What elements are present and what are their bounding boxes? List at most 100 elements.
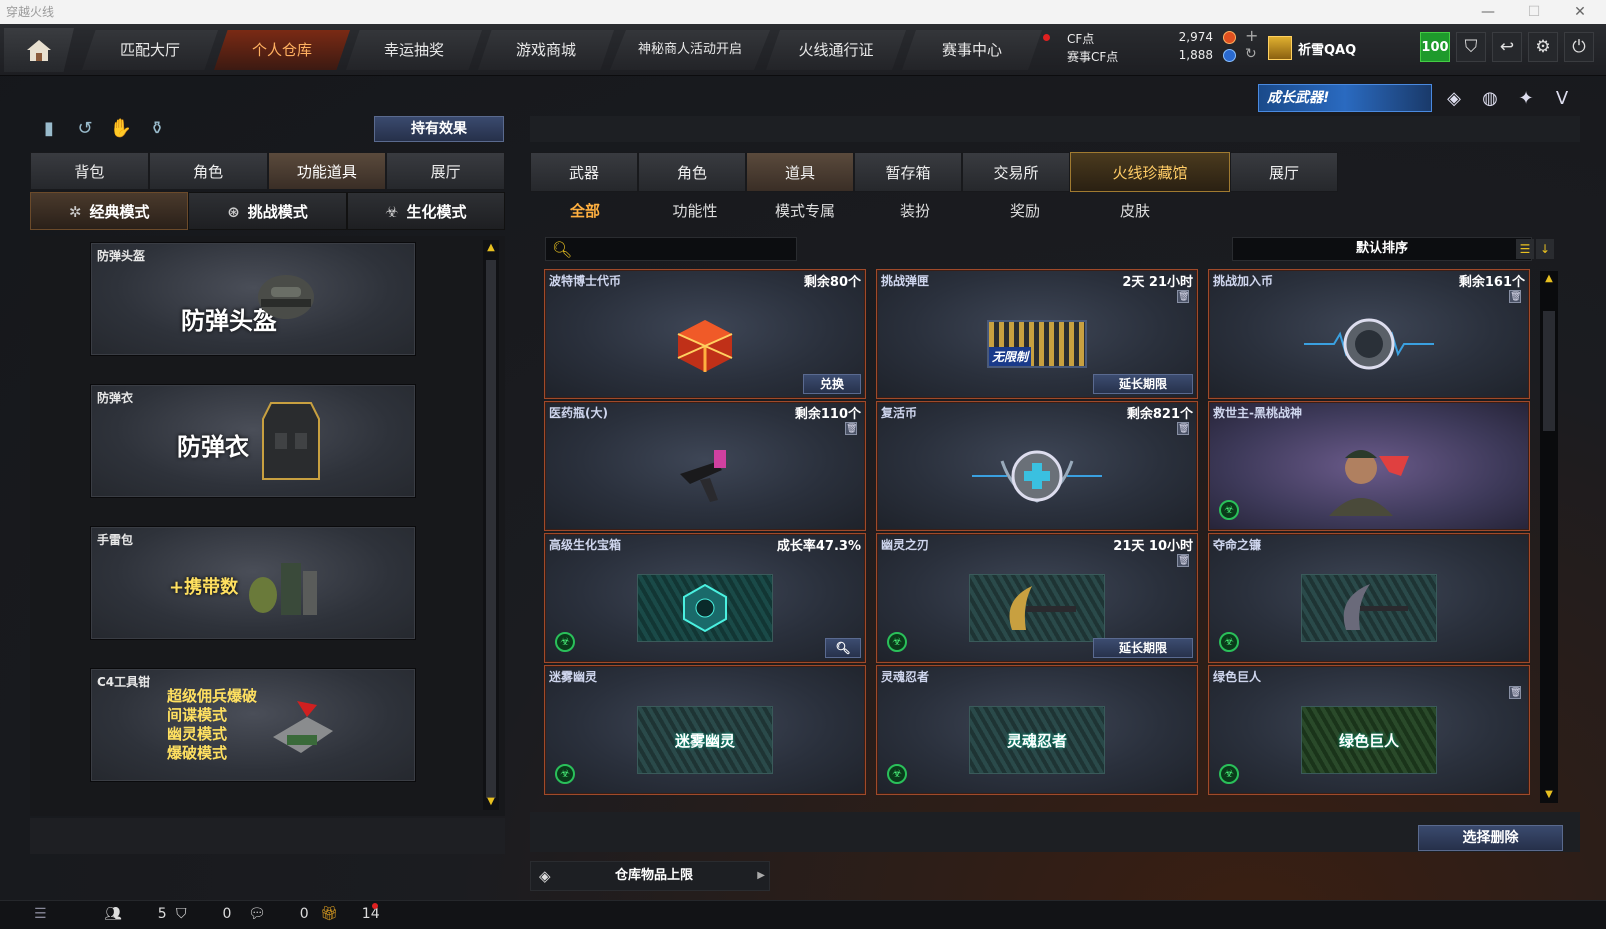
mode-biochemical[interactable]: ☣ 生化模式 — [346, 192, 505, 230]
holding-effect-button[interactable]: 持有效果 — [374, 116, 504, 142]
item-subtabs: 全部 功能性 模式专属 装扮 奖励 皮肤 — [530, 196, 1190, 226]
item-card[interactable]: 复活币 剩余821个 🗑︎ — [876, 401, 1198, 531]
nav-tab-personal-warehouse[interactable]: 个人仓库 — [214, 30, 350, 70]
subtab-mode-exclusive[interactable]: 模式专属 — [750, 196, 860, 226]
gear-icon[interactable]: ⚙ — [1528, 32, 1558, 62]
search-box[interactable]: 🔍︎ — [545, 237, 797, 261]
nav-tab-lucky-draw[interactable]: 幸运抽奖 — [346, 30, 482, 70]
user-info[interactable]: 祈雪QAQ — [1268, 30, 1356, 66]
item-info: 成长率47.3% — [776, 539, 861, 554]
tab-weapons[interactable]: 武器 — [530, 152, 638, 192]
tab-character[interactable]: 角色 — [148, 152, 268, 190]
scroll-up-icon[interactable]: ▲ — [1543, 273, 1555, 285]
item-card[interactable]: 挑战弹匣 2天 21小时 🗑︎ 无限制 延长期限 — [876, 269, 1198, 399]
tab-showroom[interactable]: 展厅 — [386, 152, 505, 190]
scroll-up-icon[interactable]: ▲ — [485, 242, 497, 254]
power-icon[interactable]: ⏻ — [1564, 32, 1594, 62]
item-card-grenade-pack[interactable]: 手雷包 +携带数 — [90, 526, 416, 640]
return-icon[interactable]: ↩ — [1492, 32, 1522, 62]
add-cf-icon[interactable]: + — [1245, 26, 1258, 45]
tab-exchange[interactable]: 交易所 — [962, 152, 1070, 192]
item-card[interactable]: 救世主-黑桃战神 ☣ — [1208, 401, 1530, 531]
search-input[interactable] — [574, 240, 789, 258]
item-card[interactable]: 夺命之镰 ☣ — [1208, 533, 1530, 663]
trash-icon[interactable]: 🗑︎ — [1177, 290, 1189, 303]
item-card-c4-tool[interactable]: C4工具钳 超级佣兵爆破 间谍模式 幽灵模式 爆破模式 — [90, 668, 416, 782]
left-scrollbar[interactable]: ▲ ▼ — [483, 240, 499, 810]
storage-limit[interactable]: ◈ 仓库物品上限 ▶ — [530, 861, 770, 891]
item-card-vest[interactable]: 防弹衣 防弹衣 — [90, 384, 416, 498]
sort-order-icon[interactable]: ↓ — [1536, 239, 1554, 259]
mode-challenge[interactable]: ⊛ 挑战模式 — [188, 192, 347, 230]
menu-list-icon[interactable]: ☰ — [34, 906, 47, 922]
hand-icon[interactable]: ✋ — [108, 115, 134, 141]
home-button[interactable] — [4, 28, 74, 72]
refresh-icon[interactable]: ↻ — [1245, 46, 1257, 62]
friends-status[interactable]: 👥︎ 5 — [104, 906, 167, 922]
nav-tab-mystery-merchant[interactable]: 神秘商人活动开启 — [610, 30, 770, 70]
gift-status[interactable]: 🎁︎ 14 — [320, 906, 380, 922]
tab-roles[interactable]: 角色 — [638, 152, 746, 192]
magnify-button[interactable]: 🔍︎ — [825, 638, 861, 658]
item-card[interactable]: 幽灵之刃 21天 10小时 🗑︎ 延长期限 ☣ — [876, 533, 1198, 663]
trash-icon[interactable]: 🗑︎ — [845, 422, 857, 435]
trash-icon[interactable]: 🗑︎ — [1509, 290, 1521, 303]
minimize-button[interactable]: — — [1468, 0, 1508, 24]
v-logo-icon[interactable]: V — [1548, 84, 1576, 112]
history-icon[interactable]: ↺ — [72, 115, 98, 141]
tab-right-showroom[interactable]: 展厅 — [1230, 152, 1338, 192]
extend-button[interactable]: 延长期限 — [1093, 638, 1193, 658]
scroll-down-icon[interactable]: ▼ — [485, 796, 497, 808]
subtab-rewards[interactable]: 奖励 — [970, 196, 1080, 226]
ranking-icon[interactable]: ▮ — [36, 115, 62, 141]
item-card-title: C4工具钳 — [97, 675, 151, 689]
globe-icon[interactable]: ◍ — [1476, 84, 1504, 112]
subtab-all[interactable]: 全部 — [530, 196, 640, 226]
exchange-button[interactable]: 兑换 — [803, 374, 861, 394]
subtab-skins[interactable]: 皮肤 — [1080, 196, 1190, 226]
item-card-helmet[interactable]: 防弹头盔 防弹头盔 — [90, 242, 416, 356]
nav-tab-event-center[interactable]: 赛事中心 — [902, 30, 1042, 70]
item-card[interactable]: 灵魂忍者 灵魂忍者 ☣ — [876, 665, 1198, 795]
item-card[interactable]: 挑战加入币 剩余161个 🗑︎ — [1208, 269, 1530, 399]
growth-weapon-banner[interactable]: 成长武器! — [1258, 84, 1432, 112]
clan-status[interactable]: ⛉ 0 — [176, 906, 231, 922]
item-card[interactable]: 迷雾幽灵 迷雾幽灵 ☣ — [544, 665, 866, 795]
subtab-functional[interactable]: 功能性 — [640, 196, 750, 226]
subtab-dress-up[interactable]: 装扮 — [860, 196, 970, 226]
tab-temp-box[interactable]: 暂存箱 — [854, 152, 962, 192]
item-card[interactable]: 高级生化宝箱 成长率47.3% 🔍︎ ☣ — [544, 533, 866, 663]
extend-button[interactable]: 延长期限 — [1093, 374, 1193, 394]
shield-icon[interactable]: ⛉ — [1456, 32, 1486, 62]
tab-collection-hall[interactable]: 火线珍藏馆 — [1070, 152, 1230, 192]
maximize-button[interactable]: ☐ — [1514, 0, 1554, 24]
chat-status[interactable]: 💬︎ 0 — [248, 906, 309, 922]
trash-icon[interactable]: 🗑︎ — [1509, 686, 1521, 699]
mode-classic[interactable]: ✲ 经典模式 — [30, 192, 189, 230]
scroll-down-icon[interactable]: ▼ — [1543, 789, 1555, 801]
scroll-thumb[interactable] — [486, 260, 496, 798]
scroll-thumb[interactable] — [1543, 311, 1555, 431]
trash-icon[interactable]: 🗑︎ — [1177, 422, 1189, 435]
expand-arrow-icon[interactable]: ▶ — [757, 862, 765, 890]
item-card[interactable]: 波特博士代币 剩余80个 兑换 — [544, 269, 866, 399]
close-button[interactable]: ✕ — [1560, 0, 1600, 24]
gift-icon[interactable]: ✦ — [1512, 84, 1540, 112]
soul-ninja-label: 灵魂忍者 — [969, 706, 1105, 775]
trash-icon[interactable]: 🗑︎ — [1177, 554, 1189, 567]
tab-backpack[interactable]: 背包 — [30, 152, 149, 190]
nav-tab-battle-pass[interactable]: 火线通行证 — [766, 30, 906, 70]
right-scrollbar[interactable]: ▲ ▼ — [1540, 271, 1558, 803]
item-card[interactable]: 医药瓶(大) 剩余110个 🗑︎ — [544, 401, 866, 531]
tab-items[interactable]: 道具 — [746, 152, 854, 192]
level-badge[interactable]: 100 — [1420, 32, 1450, 62]
nav-tab-match-hall[interactable]: 匹配大厅 — [82, 30, 218, 70]
sort-dropdown[interactable]: 默认排序 — [1232, 237, 1532, 261]
select-delete-button[interactable]: 选择删除 — [1418, 825, 1563, 851]
list-view-icon[interactable]: ☰ — [1516, 239, 1534, 259]
bag-icon[interactable]: ⚱ — [144, 115, 170, 141]
nav-tab-game-store[interactable]: 游戏商城 — [478, 30, 614, 70]
item-card[interactable]: 绿色巨人 🗑︎ 绿色巨人 ☣ — [1208, 665, 1530, 795]
badge-icon[interactable]: ◈ — [1440, 84, 1468, 112]
tab-function-items[interactable]: 功能道具 — [267, 152, 387, 190]
